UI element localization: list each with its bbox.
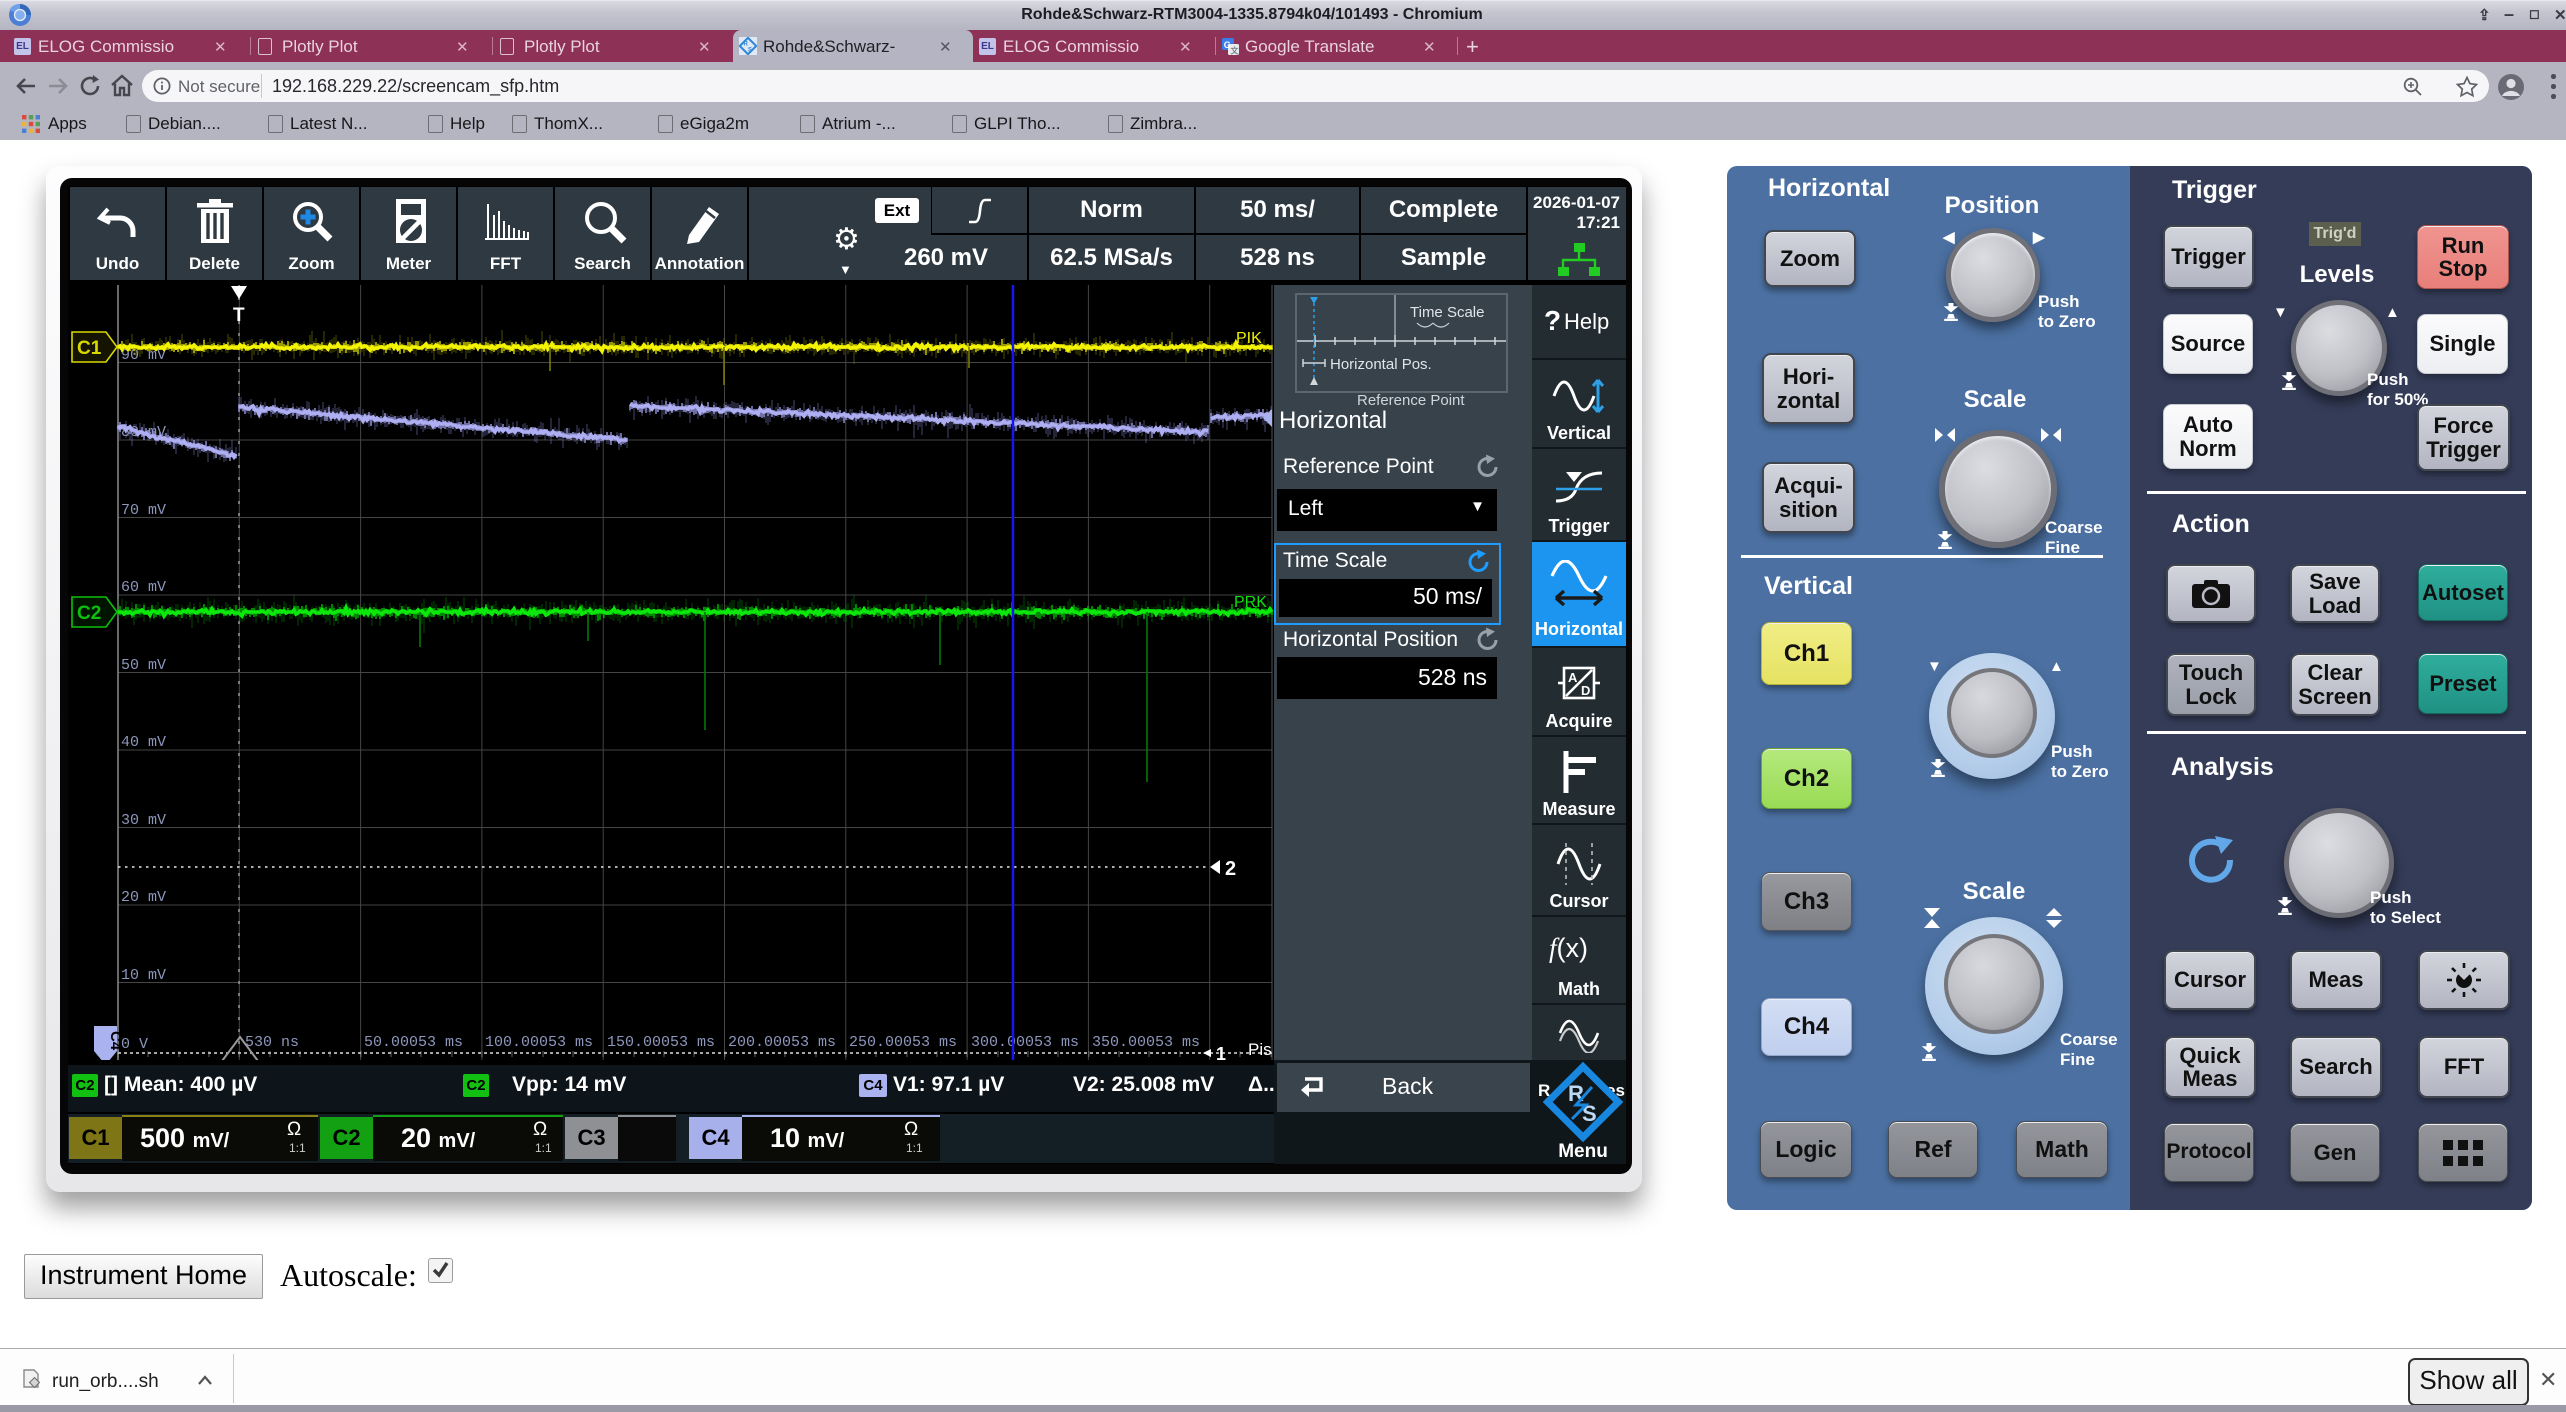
svg-text:50.00053 ms: 50.00053 ms (364, 1034, 463, 1051)
svg-text:Horizontal Pos.: Horizontal Pos. (1330, 356, 1432, 373)
svg-text:0 V: 0 V (121, 1036, 148, 1053)
svg-text:70 mV: 70 mV (121, 502, 166, 519)
svg-text:C2: C2 (77, 603, 101, 624)
svg-text:A: A (1568, 670, 1578, 685)
svg-text:文: 文 (1231, 46, 1240, 56)
svg-text:30 mV: 30 mV (121, 812, 166, 829)
svg-text:40 mV: 40 mV (121, 734, 166, 751)
svg-text:Time Scale: Time Scale (1410, 304, 1484, 321)
svg-text:200.00053 ms: 200.00053 ms (728, 1034, 836, 1051)
svg-text:C4: C4 (107, 1031, 124, 1051)
svg-text:350.00053 ms: 350.00053 ms (1092, 1034, 1200, 1051)
svg-text:100.00053 ms: 100.00053 ms (485, 1034, 593, 1051)
svg-text:250.00053 ms: 250.00053 ms (849, 1034, 957, 1051)
svg-text:300.00053 ms: 300.00053 ms (971, 1034, 1079, 1051)
svg-text:T: T (233, 305, 245, 326)
svg-text:D: D (1581, 683, 1590, 698)
svg-text:1: 1 (1216, 1044, 1226, 1060)
svg-text:50 mV: 50 mV (121, 657, 166, 674)
svg-text:20 mV: 20 mV (121, 889, 166, 906)
svg-text:PRK: PRK (1234, 594, 1267, 611)
svg-text:60 mV: 60 mV (121, 579, 166, 596)
svg-text:150.00053 ms: 150.00053 ms (607, 1034, 715, 1051)
svg-text:S: S (748, 48, 752, 54)
svg-text:PIK: PIK (1236, 330, 1262, 347)
svg-text:10 mV: 10 mV (121, 967, 166, 984)
svg-text:C1: C1 (77, 338, 102, 359)
svg-text:530 ns: 530 ns (245, 1034, 299, 1051)
svg-text:Pis: Pis (1248, 1040, 1272, 1059)
svg-text:2: 2 (1225, 858, 1236, 880)
